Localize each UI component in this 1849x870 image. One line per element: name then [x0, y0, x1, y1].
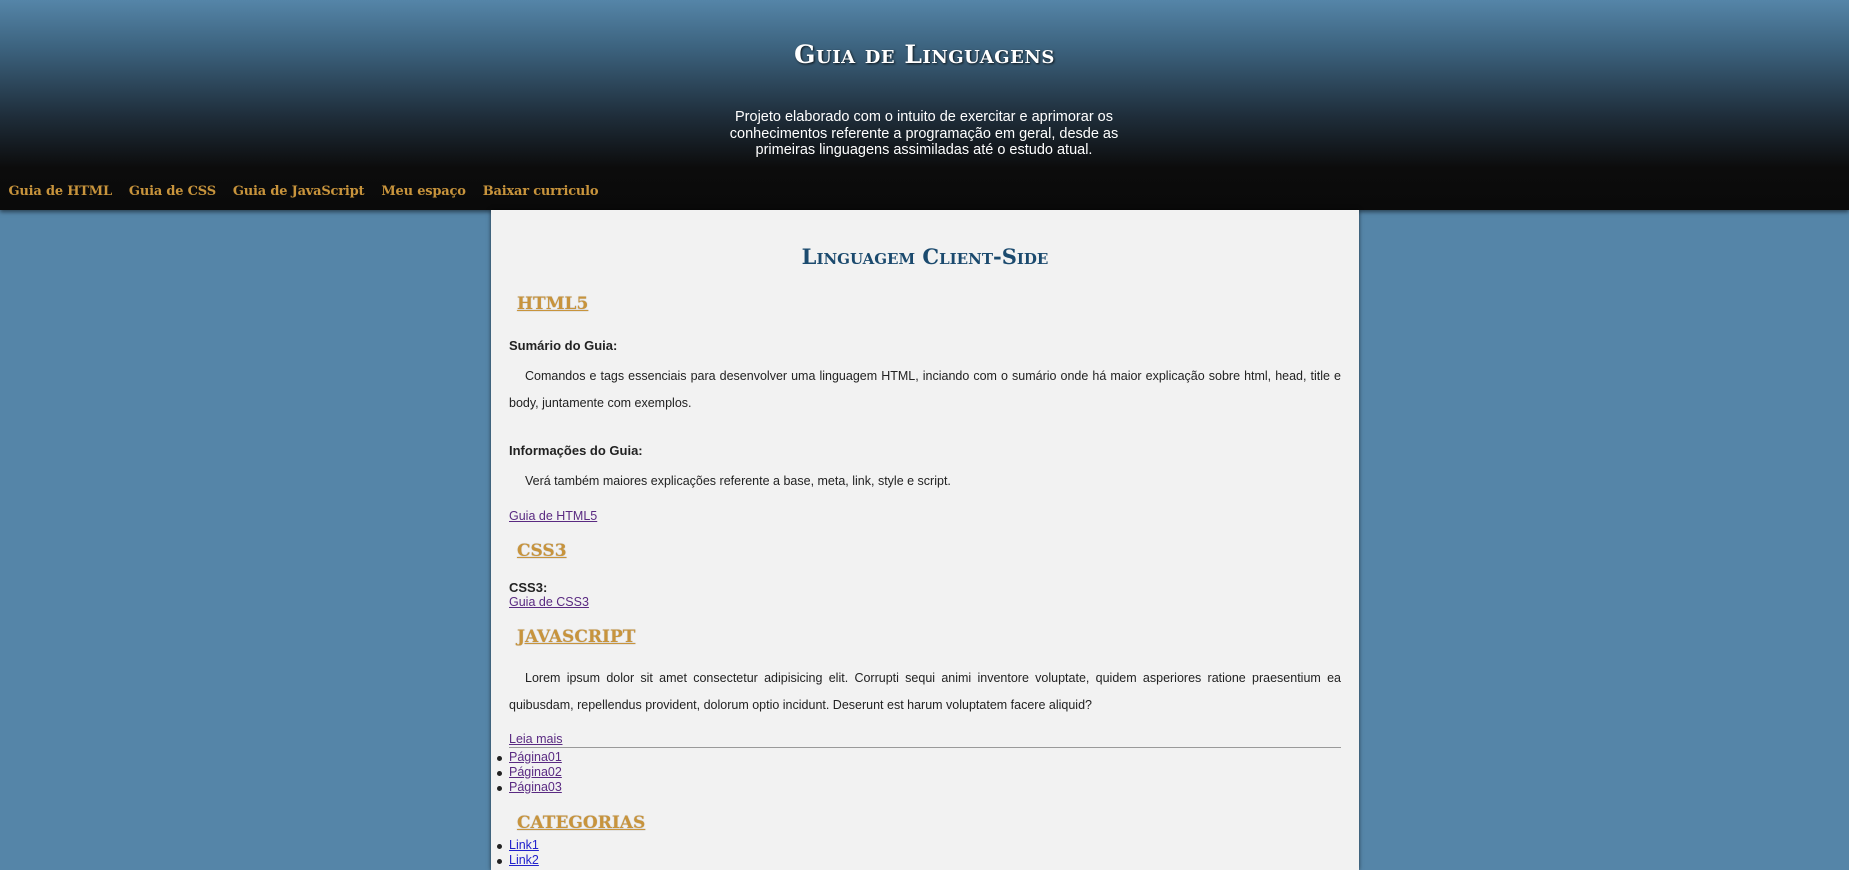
css3-guide-link[interactable]: Guia de CSS3: [509, 595, 589, 609]
list-item: Link2: [497, 853, 539, 868]
divider: [509, 747, 1341, 748]
html5-info-label: Informações do Guia:: [509, 443, 643, 458]
section-title-categorias: CATEGORIAS: [517, 813, 646, 833]
category-link-2[interactable]: Link2: [509, 853, 539, 867]
list-item: Link1: [497, 838, 539, 853]
nav-link-html[interactable]: Guia de HTML: [0, 184, 120, 204]
page-link-1[interactable]: Página01: [509, 750, 562, 764]
main-content: Linguagem Client-Side HTML5 Sumário do G…: [491, 210, 1359, 870]
main-nav: Guia de HTML Guia de CSS Guia de JavaScr…: [0, 184, 607, 204]
html5-guide-link[interactable]: Guia de HTML5: [509, 509, 597, 523]
page-title: Linguagem Client-Side: [801, 244, 1049, 269]
html5-summary-text: Comandos e tags essenciais para desenvol…: [509, 369, 1341, 410]
site-description: Projeto elaborado com o intuito de exerc…: [729, 109, 1119, 158]
site-title: Guia de Linguagens: [794, 40, 1055, 69]
nav-link-baixar-curriculo[interactable]: Baixar curriculo: [474, 184, 607, 204]
list-item: Página01: [497, 750, 562, 765]
nav-link-css[interactable]: Guia de CSS: [120, 184, 224, 204]
page-link-2[interactable]: Página02: [509, 765, 562, 779]
html5-info-text: Verá também maiores explicações referent…: [525, 474, 951, 488]
site-header: Guia de Linguagens Projeto elaborado com…: [0, 0, 1849, 210]
css3-label: CSS3:: [509, 580, 548, 595]
category-link-1[interactable]: Link1: [509, 838, 539, 852]
list-item: Página02: [497, 765, 562, 780]
section-title-css3: CSS3: [517, 541, 567, 561]
list-item: Página03: [497, 780, 562, 795]
section-title-javascript: JAVASCRIPT: [517, 627, 636, 647]
categories-list: Link1 Link2: [497, 838, 539, 868]
page-link-3[interactable]: Página03: [509, 780, 562, 794]
pages-list: Página01 Página02 Página03: [497, 750, 562, 795]
javascript-text: Lorem ipsum dolor sit amet consectetur a…: [509, 671, 1341, 712]
html5-summary-label: Sumário do Guia:: [509, 338, 618, 353]
nav-link-javascript[interactable]: Guia de JavaScript: [224, 184, 372, 204]
read-more-link[interactable]: Leia mais: [509, 732, 563, 746]
section-title-html5: HTML5: [517, 294, 589, 314]
nav-link-meu-espaco[interactable]: Meu espaço: [373, 184, 474, 204]
